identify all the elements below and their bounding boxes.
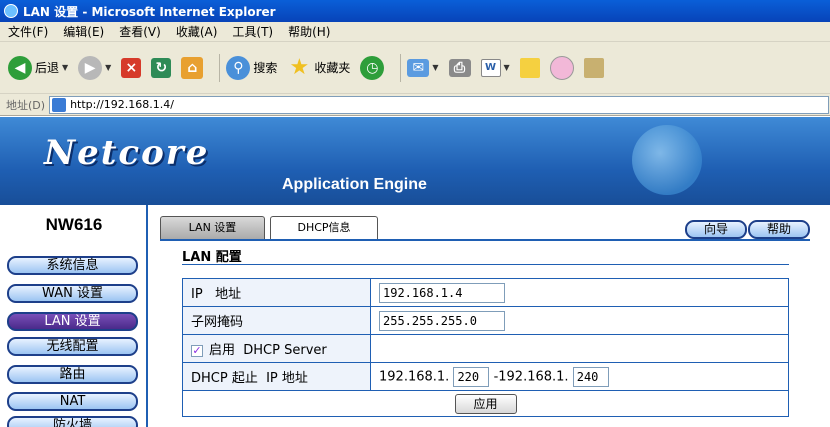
- subnet-mask-label: 子网掩码: [182, 306, 371, 335]
- browser-toolbar: ◀ 后退 ▼ ▶ ▼ × ↻ ⌂ ⚲ 搜索 ★ 收藏夹 ◷ ✉ ▼ ⎙ W ▼: [0, 42, 830, 94]
- ip-address-cell: 192.168.1.4: [370, 278, 789, 307]
- lan-config-table: IP 地址 192.168.1.4 子网掩码 255.255.255.0 ✓ 启用…: [182, 278, 789, 417]
- back-arrow-icon: ◀: [8, 55, 32, 80]
- tab-dhcp-info[interactable]: DHCP信息: [270, 216, 378, 240]
- research-button[interactable]: [583, 57, 604, 78]
- dhcp-enable-checkbox[interactable]: ✓: [191, 344, 203, 357]
- address-url: http://192.168.1.4/: [70, 98, 174, 111]
- star-icon: ★: [289, 55, 310, 80]
- mail-icon: ✉: [407, 58, 430, 77]
- range-start-input[interactable]: 220: [453, 366, 490, 387]
- history-icon: ◷: [360, 55, 385, 80]
- menu-file[interactable]: 文件(F): [8, 23, 48, 40]
- window-title-bar: LAN 设置 - Microsoft Internet Explorer: [0, 0, 830, 22]
- menu-favorites[interactable]: 收藏(A): [176, 23, 218, 40]
- section-divider: [182, 264, 789, 265]
- messenger-button[interactable]: [549, 55, 574, 80]
- forward-arrow-icon: ▶: [78, 55, 103, 80]
- forward-button[interactable]: ▶ ▼: [78, 55, 112, 80]
- empty-cell: [370, 334, 789, 363]
- help-button[interactable]: 帮助: [748, 220, 810, 239]
- home-icon: ⌂: [181, 56, 204, 79]
- range-separator: -192.168.1.: [493, 369, 569, 384]
- menu-edit[interactable]: 编辑(E): [63, 23, 104, 40]
- netcore-banner: Netcore Application Engine: [0, 117, 830, 205]
- mail-button[interactable]: ✉ ▼: [407, 58, 439, 77]
- stop-button[interactable]: ×: [121, 57, 142, 78]
- sidebar-item-wireless[interactable]: 无线配置: [7, 337, 138, 356]
- sidebar-item-lan[interactable]: LAN 设置: [7, 312, 138, 331]
- table-row: 应用: [182, 390, 789, 417]
- stop-icon: ×: [121, 57, 142, 78]
- search-button[interactable]: ⚲ 搜索: [226, 55, 278, 80]
- note-icon: [519, 57, 540, 78]
- menu-bar: 文件(F) 编辑(E) 查看(V) 收藏(A) 工具(T) 帮助(H): [0, 22, 830, 42]
- print-button[interactable]: ⎙: [448, 58, 471, 77]
- sidebar: NW616 系统信息 WAN 设置 LAN 设置 无线配置 路由 NAT 防火墙: [0, 205, 148, 427]
- subnet-mask-cell: 255.255.255.0: [370, 306, 789, 335]
- home-button[interactable]: ⌂: [181, 56, 204, 79]
- refresh-button[interactable]: ↻: [151, 57, 172, 78]
- sidebar-item-firewall[interactable]: 防火墙: [7, 416, 138, 427]
- sidebar-item-system-info[interactable]: 系统信息: [7, 256, 138, 275]
- range-end-input[interactable]: 240: [572, 366, 609, 387]
- chevron-down-icon: ▼: [105, 63, 112, 72]
- range-prefix: 192.168.1.: [379, 369, 450, 384]
- banner-tagline: Application Engine: [282, 176, 427, 193]
- page-icon: [52, 97, 67, 112]
- sidebar-item-wan[interactable]: WAN 设置: [7, 284, 138, 303]
- dhcp-enable-label: 启用 DHCP Server: [209, 343, 327, 358]
- dhcp-range-cell: 192.168.1. 220 -192.168.1. 240: [370, 362, 789, 391]
- refresh-icon: ↻: [151, 57, 172, 78]
- apply-cell: 应用: [182, 390, 789, 417]
- menu-help[interactable]: 帮助(H): [288, 23, 330, 40]
- subnet-mask-input[interactable]: 255.255.255.0: [379, 310, 505, 331]
- favorites-label: 收藏夹: [314, 61, 351, 75]
- window-title: LAN 设置 - Microsoft Internet Explorer: [23, 4, 276, 19]
- pig-icon: [549, 55, 574, 80]
- table-row: ✓ 启用 DHCP Server: [182, 334, 789, 363]
- table-row: IP 地址 192.168.1.4: [182, 278, 789, 307]
- sidebar-item-routing[interactable]: 路由: [7, 365, 138, 384]
- back-button[interactable]: ◀ 后退 ▼: [8, 55, 69, 80]
- section-title: LAN 配置: [182, 250, 242, 265]
- back-label: 后退: [35, 61, 60, 75]
- globe-logo-icon: [632, 125, 702, 195]
- tab-lan-settings[interactable]: LAN 设置: [160, 216, 265, 240]
- ip-address-input[interactable]: 192.168.1.4: [379, 282, 505, 303]
- search-label: 搜索: [253, 61, 278, 75]
- wizard-button[interactable]: 向导: [685, 220, 747, 239]
- table-row: DHCP 起止 IP 地址 192.168.1. 220 -192.168.1.…: [182, 362, 789, 391]
- history-button[interactable]: ◷: [360, 55, 385, 80]
- address-input[interactable]: http://192.168.1.4/: [49, 95, 830, 114]
- books-icon: [583, 57, 604, 78]
- edit-button[interactable]: W ▼: [480, 58, 510, 77]
- discuss-button[interactable]: [519, 57, 540, 78]
- address-label: 地址(D): [6, 98, 46, 112]
- ip-address-label: IP 地址: [182, 278, 371, 307]
- ie-icon: [4, 4, 18, 18]
- dhcp-range-label: DHCP 起止 IP 地址: [182, 362, 371, 391]
- chevron-down-icon: ▼: [503, 63, 510, 72]
- search-icon: ⚲: [226, 55, 251, 80]
- sidebar-item-nat[interactable]: NAT: [7, 392, 138, 411]
- address-bar: 地址(D) http://192.168.1.4/: [0, 94, 830, 116]
- dhcp-enable-cell: ✓ 启用 DHCP Server: [182, 334, 371, 363]
- apply-button[interactable]: 应用: [454, 393, 517, 414]
- netcore-logo: Netcore: [44, 133, 210, 173]
- device-model: NW616: [45, 215, 103, 234]
- menu-tools[interactable]: 工具(T): [232, 23, 273, 40]
- chevron-down-icon: ▼: [62, 63, 69, 72]
- menu-view[interactable]: 查看(V): [119, 23, 161, 40]
- favorites-button[interactable]: ★ 收藏夹: [287, 55, 351, 80]
- toolbar-separator: [219, 53, 221, 82]
- table-row: 子网掩码 255.255.255.0: [182, 306, 789, 335]
- word-icon: W: [480, 58, 501, 77]
- print-icon: ⎙: [448, 58, 471, 77]
- tab-divider: [160, 239, 810, 241]
- toolbar-separator: [400, 53, 402, 82]
- chevron-down-icon: ▼: [432, 63, 439, 72]
